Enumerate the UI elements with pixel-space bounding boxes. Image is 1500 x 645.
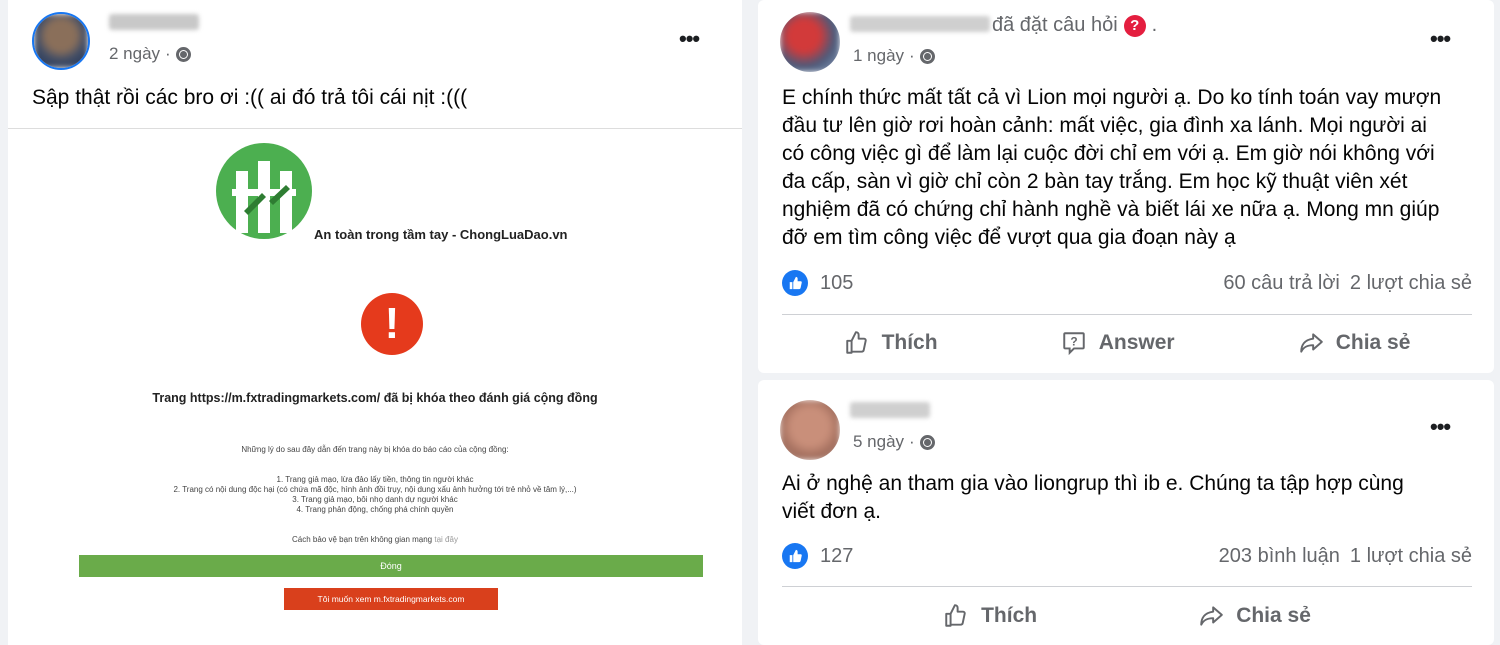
thumbs-up-icon	[845, 331, 867, 354]
comment-count[interactable]: 203 bình luận	[1219, 545, 1340, 568]
post-text: Sập thật rồi các bro ơi :(( ai đó trả tô…	[32, 86, 468, 109]
protect-link[interactable]: tại đây	[434, 535, 458, 544]
globe-icon	[919, 48, 935, 64]
post-time[interactable]: 5 ngày	[853, 432, 904, 452]
close-button[interactable]: Đóng	[79, 555, 703, 577]
post-card-1: 2 ngày · ••• Sập thật rồi các bro ơi :((…	[8, 0, 742, 645]
like-count[interactable]: 105	[820, 272, 853, 295]
chongluadao-logo	[216, 143, 312, 239]
post-card-3: 5 ngày · ••• Ai ở nghệ an tham gia vào l…	[758, 380, 1494, 645]
like-reaction-icon[interactable]	[782, 270, 808, 296]
post-actions: Thích ? Answer Chia sẻ	[782, 323, 1472, 363]
more-options-button[interactable]: •••	[1430, 414, 1451, 440]
svg-text:?: ?	[1070, 335, 1077, 349]
protect-line: Cách bảo vệ bạn trên không gian mạng tại…	[8, 535, 742, 544]
reasons-intro: Những lý do sau đây dẫn đến trang này bị…	[241, 445, 509, 454]
share-arrow-icon	[1299, 333, 1323, 353]
share-count[interactable]: 1 lượt chia sẻ	[1350, 545, 1472, 568]
divider	[782, 314, 1472, 315]
blocked-title: Trang https://m.fxtradingmarkets.com/ đã…	[152, 391, 598, 405]
share-button[interactable]: Chia sẻ	[1198, 603, 1311, 629]
author-name-redacted[interactable]	[850, 16, 990, 32]
alert-icon: !	[361, 293, 423, 355]
post-meta: 5 ngày ·	[853, 432, 935, 452]
like-button[interactable]: Thích	[943, 603, 1037, 629]
post-text: Ai ở nghệ an tham gia vào liongrup thì i…	[782, 472, 1404, 523]
reason-item: 3. Trang giả mạo, bôi nhọ danh dự người …	[292, 495, 458, 504]
more-options-button[interactable]: •••	[679, 26, 700, 52]
view-site-button[interactable]: Tôi muốn xem m.fxtradingmarkets.com	[284, 588, 498, 610]
globe-icon	[175, 46, 191, 62]
post-image[interactable]: An toàn trong tầm tay - ChongLuaDao.vn !…	[8, 128, 742, 645]
share-arrow-icon	[1200, 606, 1223, 626]
reaction-stats: 105 60 câu trả lời 2 lượt chia sẻ	[782, 268, 1472, 298]
post-actions: Thích Chia sẻ	[782, 596, 1472, 636]
question-badge-icon: ?	[1123, 14, 1146, 37]
slogan-text: An toàn trong tầm tay - ChongLuaDao.vn	[314, 227, 568, 242]
answer-button[interactable]: ? Answer	[1061, 330, 1175, 356]
post-meta: 2 ngày ·	[109, 44, 191, 64]
answer-count[interactable]: 60 câu trả lời	[1223, 272, 1340, 295]
avatar[interactable]	[780, 12, 840, 72]
like-reaction-icon[interactable]	[782, 543, 808, 569]
author-name-redacted[interactable]	[109, 14, 199, 30]
post-card-2: đã đặt câu hỏi ? . 1 ngày · ••• E chính …	[758, 0, 1494, 373]
like-count[interactable]: 127	[820, 545, 853, 568]
share-button[interactable]: Chia sẻ	[1298, 330, 1410, 356]
post-time[interactable]: 2 ngày	[109, 44, 160, 64]
post-meta: 1 ngày ·	[853, 46, 935, 66]
reason-item: 2. Trang có nội dung độc hại (có chứa mã…	[173, 485, 577, 494]
share-count[interactable]: 2 lượt chia sẻ	[1350, 272, 1472, 295]
post-text: E chính thức mất tất cả vì Lion mọi ngườ…	[782, 86, 1442, 249]
question-bubble-icon: ?	[1062, 332, 1085, 356]
avatar[interactable]	[780, 400, 840, 460]
more-options-button[interactable]: •••	[1430, 26, 1451, 52]
author-name-redacted[interactable]	[850, 402, 930, 418]
avatar[interactable]	[32, 12, 90, 70]
reason-item: 4. Trang phản động, chống phá chính quyề…	[296, 505, 454, 514]
asked-label: đã đặt câu hỏi	[992, 14, 1118, 36]
reaction-stats: 127 203 bình luận 1 lượt chia sẻ	[782, 541, 1472, 571]
divider	[782, 586, 1472, 587]
like-button[interactable]: Thích	[844, 330, 938, 356]
reason-item: 1. Trang giả mạo, lừa đảo lấy tiền, thôn…	[276, 475, 474, 484]
globe-icon	[919, 434, 935, 450]
post-time[interactable]: 1 ngày	[853, 46, 904, 66]
protect-text: Cách bảo vệ bạn trên không gian mạng	[292, 535, 433, 544]
asked-line: đã đặt câu hỏi ? .	[992, 14, 1158, 37]
thumbs-up-icon	[945, 604, 966, 627]
reasons-list: 1. Trang giả mạo, lừa đảo lấy tiền, thôn…	[8, 475, 742, 515]
